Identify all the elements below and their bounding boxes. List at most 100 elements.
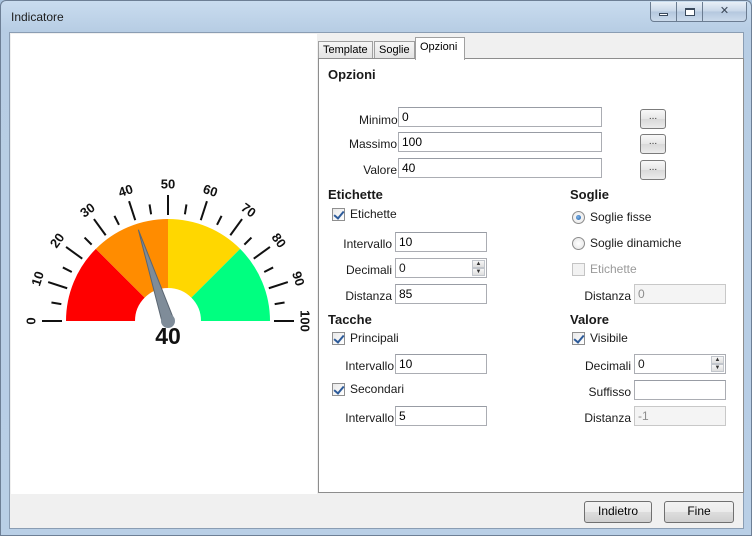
minimo-label: Minimo: [359, 113, 398, 127]
close-button[interactable]: ✕: [703, 2, 747, 22]
minimo-field[interactable]: 0: [398, 107, 602, 127]
gauge-tick-label: 40: [116, 181, 134, 200]
valore-decimali-value: 0: [638, 357, 645, 371]
close-icon: ✕: [719, 5, 730, 17]
maximize-button[interactable]: [677, 2, 703, 22]
valore-field[interactable]: 40: [398, 158, 602, 178]
etichette-checkbox[interactable]: Etichette: [332, 207, 397, 221]
gauge-minor-tick: [62, 266, 73, 273]
stepper-up-icon[interactable]: ▲: [711, 356, 724, 364]
tab-opzioni[interactable]: Opzioni: [415, 37, 465, 60]
checkbox-check-icon: [332, 331, 345, 345]
gauge-major-tick: [253, 246, 271, 260]
etichette-decimali-value: 0: [399, 261, 406, 275]
maximize-icon: [684, 7, 695, 16]
gauge-tick-label: 0: [23, 317, 38, 324]
etichette-distanza-field[interactable]: 85: [395, 284, 487, 304]
window-title: Indicatore: [11, 10, 64, 24]
etichette-decimali-label: Decimali: [345, 263, 392, 277]
gauge-tick-label: 60: [201, 181, 219, 200]
gauge-major-tick: [199, 200, 208, 221]
etichette-decimali-stepper[interactable]: 0 ▲ ▼: [395, 258, 487, 278]
gauge-tick-label: 30: [77, 200, 98, 221]
gauge-tick-label: 90: [289, 269, 308, 287]
stepper-arrows[interactable]: ▲ ▼: [711, 356, 724, 372]
title-bar[interactable]: Indicatore ✕: [1, 1, 751, 31]
checkbox-check-icon: [332, 382, 345, 396]
principali-checkbox[interactable]: Principali: [332, 331, 399, 345]
valore-section-header: Valore: [570, 312, 610, 327]
window: Indicatore ✕ 0 10 20 30 40 50 60 70 80 90 100 40 T…: [0, 0, 752, 536]
gauge-major-tick: [93, 218, 107, 236]
gauge-tick-label: 100: [298, 310, 313, 332]
stepper-arrows[interactable]: ▲ ▼: [472, 260, 485, 276]
back-button[interactable]: Indietro: [584, 501, 652, 523]
stepper-down-icon[interactable]: ▼: [711, 364, 724, 372]
gauge-tick-label: 20: [47, 230, 68, 251]
gauge-minor-tick: [148, 204, 153, 215]
gauge-minor-tick: [183, 204, 188, 215]
minimo-browse-button[interactable]: ...: [640, 109, 666, 129]
principali-label: Principali: [350, 331, 399, 345]
soglie-distanza-field[interactable]: 0: [634, 284, 726, 304]
soglie-fisse-radio[interactable]: Soglie fisse: [572, 210, 651, 224]
massimo-field[interactable]: 100: [398, 132, 602, 152]
etichette-intervallo-label: Intervallo: [343, 237, 392, 251]
window-controls: ✕: [650, 2, 747, 22]
gauge-major-tick: [229, 218, 243, 236]
tab-template[interactable]: Template: [318, 41, 373, 59]
etichette-distanza-label: Distanza: [345, 289, 392, 303]
gauge-major-tick: [65, 246, 83, 260]
tacche-intervallo1-label: Intervallo: [345, 359, 394, 373]
gauge-minor-tick: [216, 215, 223, 226]
checkbox-check-icon: [332, 207, 345, 221]
gauge-major-tick: [47, 281, 68, 290]
minimize-icon: [659, 13, 668, 16]
tacche-intervallo2-label: Intervallo: [345, 411, 394, 425]
minimize-button[interactable]: [650, 2, 677, 22]
suffisso-field[interactable]: [634, 380, 726, 400]
tab-soglie[interactable]: Soglie: [374, 41, 415, 59]
gauge-value-text: 40: [155, 323, 181, 349]
etichette-intervallo-field[interactable]: 10: [395, 232, 487, 252]
panel-title: Opzioni: [328, 67, 376, 82]
soglie-distanza-label: Distanza: [584, 289, 631, 303]
massimo-label: Massimo: [348, 137, 397, 151]
gauge-minor-tick: [243, 236, 253, 246]
radio-unselected-icon: [572, 236, 585, 250]
tacche-header: Tacche: [328, 312, 372, 327]
suffisso-label: Suffisso: [588, 385, 631, 399]
massimo-browse-button[interactable]: ...: [640, 134, 666, 154]
soglie-etichette-checkbox[interactable]: Etichette: [572, 262, 637, 276]
finish-button[interactable]: Fine: [664, 501, 734, 523]
gauge-tick-label: 10: [28, 269, 47, 287]
stepper-up-icon[interactable]: ▲: [472, 260, 485, 268]
client-area: 0 10 20 30 40 50 60 70 80 90 100 40 Template Sogli…: [9, 32, 744, 529]
checkbox-empty-icon: [572, 262, 585, 276]
gauge-minor-tick: [263, 266, 274, 273]
checkbox-check-icon: [572, 331, 585, 345]
visibile-checkbox[interactable]: Visibile: [572, 331, 628, 345]
secondari-checkbox[interactable]: Secondari: [332, 382, 404, 396]
valore-decimali-stepper[interactable]: 0 ▲ ▼: [634, 354, 726, 374]
gauge-minor-tick: [274, 301, 285, 306]
valore-distanza-field[interactable]: -1: [634, 406, 726, 426]
tacche-intervallo2-field[interactable]: 5: [395, 406, 487, 426]
valore-label: Valore: [363, 163, 397, 177]
secondari-label: Secondari: [350, 382, 405, 396]
valore-browse-button[interactable]: ...: [640, 160, 666, 180]
soglie-header: Soglie: [570, 187, 610, 202]
gauge-tick-label: 50: [161, 176, 175, 191]
stepper-down-icon[interactable]: ▼: [472, 268, 485, 276]
visibile-label: Visibile: [590, 331, 628, 345]
gauge-minor-tick: [113, 215, 120, 226]
valore-distanza-label: Distanza: [584, 411, 631, 425]
gauge: 0 1020 30 40 50 60 70 80 90 100 40: [23, 176, 313, 352]
soglie-dinamiche-radio[interactable]: Soglie dinamiche: [572, 236, 681, 250]
gauge-major-tick: [268, 281, 289, 290]
tacche-intervallo1-field[interactable]: 10: [395, 354, 487, 374]
options-panel: Opzioni Minimo 0 ... Massimo 100 ... Val…: [318, 58, 744, 493]
gauge-tick-label: 70: [238, 200, 259, 221]
etichette-checkbox-label: Etichette: [350, 207, 397, 221]
gauge-preview: 0 10 20 30 40 50 60 70 80 90 100 40: [11, 34, 317, 494]
